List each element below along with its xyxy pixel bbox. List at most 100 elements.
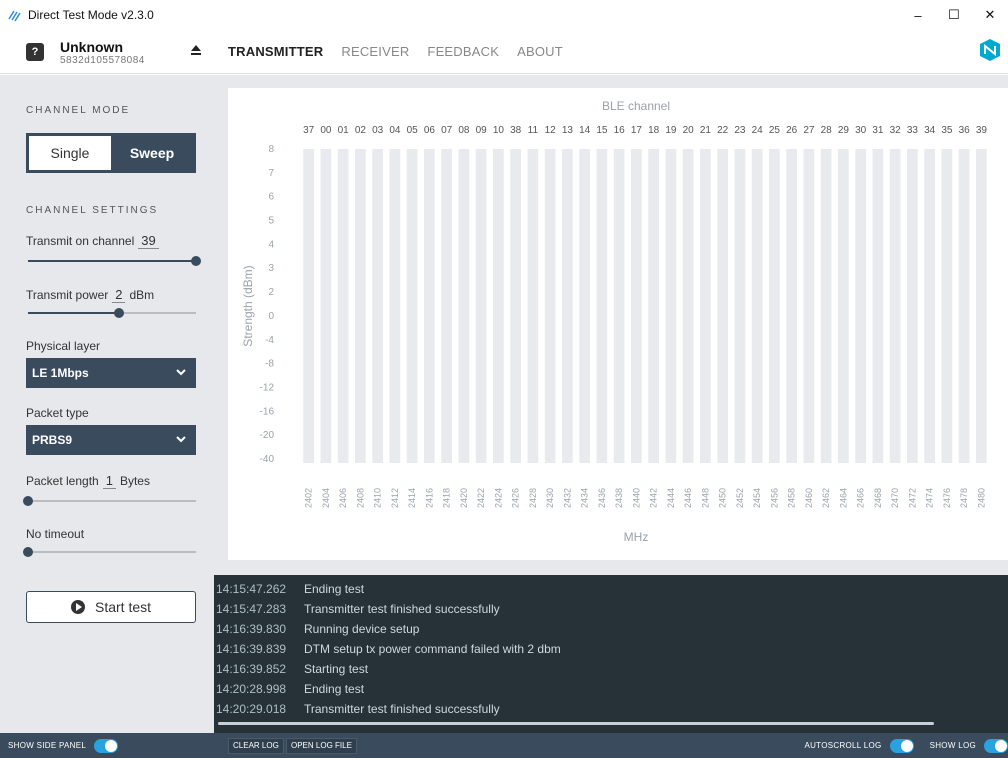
timeout-label: No timeout xyxy=(26,527,85,541)
autoscroll-log-toggle[interactable] xyxy=(889,738,914,753)
start-test-button[interactable]: Start test xyxy=(26,591,196,623)
app-logo-icon xyxy=(8,8,22,22)
channel-tick-label: 23 xyxy=(734,125,746,136)
y-tick-label: 3 xyxy=(268,263,274,274)
channel-bar xyxy=(579,149,590,463)
maximize-button[interactable]: ☐ xyxy=(936,0,972,30)
clear-log-button[interactable]: CLEAR LOG xyxy=(228,738,284,754)
y-axis-label: Strength (dBm) xyxy=(241,265,255,346)
eject-icon[interactable] xyxy=(190,44,202,56)
packet-type-label: Packet type xyxy=(26,406,89,420)
frequency-tick-label: 2442 xyxy=(649,488,659,508)
channel-bar xyxy=(769,149,780,463)
open-log-file-button[interactable]: OPEN LOG FILE xyxy=(286,738,357,754)
mode-single-button[interactable]: Single xyxy=(29,136,111,170)
channel-bar xyxy=(475,149,487,463)
frequency-tick-label: 2410 xyxy=(373,488,383,508)
close-button[interactable]: ✕ xyxy=(972,0,1008,30)
frequency-tick-label: 2438 xyxy=(614,488,624,508)
slider-handle[interactable] xyxy=(191,256,201,266)
channel-bar xyxy=(855,149,866,463)
tab-transmitter[interactable]: TRANSMITTER xyxy=(228,44,323,59)
frequency-tick-label: 2428 xyxy=(528,488,538,508)
channel-bar xyxy=(786,149,797,463)
y-tick-label: 8 xyxy=(268,144,274,155)
packet-length-value[interactable]: 1 xyxy=(102,473,116,489)
log-entry: 14:20:28.998 Ending test xyxy=(216,679,1008,699)
timeout-slider[interactable] xyxy=(23,546,196,558)
channel-tick-label: 06 xyxy=(424,125,436,136)
mode-sweep-button[interactable]: Sweep xyxy=(111,136,193,170)
channel-bar xyxy=(717,149,728,463)
channel-tick-label: 32 xyxy=(890,125,902,136)
channel-tick-label: 39 xyxy=(976,125,988,136)
channel-bar xyxy=(682,149,694,463)
minimize-button[interactable]: – xyxy=(900,0,936,30)
log-message: Ending test xyxy=(304,682,365,696)
log-list: 14:15:47.262 Ending test 14:15:47.283 Trans… xyxy=(216,579,1008,719)
frequency-tick-label: 2426 xyxy=(511,488,521,508)
main-nav: TRANSMITTER RECEIVER FEEDBACK ABOUT xyxy=(228,44,581,59)
frequency-tick-label: 2450 xyxy=(718,488,728,508)
y-tick-label: 2 xyxy=(268,287,274,298)
window-title: Direct Test Mode v2.3.0 xyxy=(28,8,154,22)
frequency-tick-label: 2468 xyxy=(873,488,883,508)
channel-tick-label: 10 xyxy=(493,125,505,136)
frequency-tick-label: 2414 xyxy=(407,488,417,508)
channel-tick-label: 17 xyxy=(631,125,643,136)
log-horizontal-scrollbar[interactable] xyxy=(218,722,934,725)
frequency-tick-label: 2402 xyxy=(304,488,314,508)
log-timestamp: 14:20:28.998 xyxy=(216,682,287,696)
tab-feedback[interactable]: FEEDBACK xyxy=(427,44,499,59)
y-tick-label: 4 xyxy=(268,239,274,250)
frequency-tick-label: 2440 xyxy=(631,488,641,508)
channel-tick-label: 00 xyxy=(320,125,332,136)
tab-about[interactable]: ABOUT xyxy=(517,44,563,59)
physical-layer-select[interactable]: LE 1Mbps xyxy=(26,358,196,388)
log-timestamp: 14:16:39.830 xyxy=(216,622,287,636)
frequency-tick-label: 2466 xyxy=(856,488,866,508)
frequency-tick-label: 2418 xyxy=(442,488,452,508)
show-side-panel-toggle[interactable] xyxy=(94,738,119,753)
log-timestamp: 14:16:39.839 xyxy=(216,642,287,656)
packet-length-slider[interactable] xyxy=(23,495,196,507)
channel-bar xyxy=(803,149,815,463)
channel-tick-label: 29 xyxy=(838,125,850,136)
channel-tick-label: 28 xyxy=(821,125,833,136)
show-side-panel-label: SHOW SIDE PANEL xyxy=(8,741,87,750)
slider-handle[interactable] xyxy=(23,547,33,557)
y-tick-label: 6 xyxy=(268,192,274,203)
frequency-tick-label: 2472 xyxy=(907,488,917,508)
slider-handle[interactable] xyxy=(23,496,33,506)
frequency-tick-label: 2420 xyxy=(459,488,469,508)
transmit-power-slider[interactable] xyxy=(28,307,196,319)
log-entry: 14:15:47.262 Ending test xyxy=(216,579,1008,599)
channel-bar xyxy=(820,149,832,463)
channel-tick-label: 25 xyxy=(769,125,781,136)
frequency-tick-label: 2460 xyxy=(804,488,814,508)
transmit-channel-value[interactable]: 39 xyxy=(138,233,159,249)
channel-tick-label: 35 xyxy=(941,125,953,136)
channel-tick-label: 27 xyxy=(803,125,815,136)
tab-receiver[interactable]: RECEIVER xyxy=(341,44,409,59)
packet-type-select[interactable]: PRBS9 xyxy=(26,425,196,455)
channel-tick-label: 18 xyxy=(648,125,660,136)
channel-tick-label: 07 xyxy=(441,125,453,136)
frequency-tick-label: 2448 xyxy=(700,488,710,508)
show-log-toggle[interactable] xyxy=(984,738,1008,753)
y-tick-label: -4 xyxy=(265,335,274,346)
channel-bar xyxy=(751,149,763,463)
log-message: Transmitter test finished successfully xyxy=(304,702,500,716)
transmit-channel-slider[interactable] xyxy=(28,255,201,267)
channel-bar xyxy=(562,149,573,463)
channel-tick-label: 21 xyxy=(700,125,712,136)
frequency-tick-label: 2464 xyxy=(838,488,848,508)
channel-bar xyxy=(872,149,884,463)
nordic-logo-icon xyxy=(980,39,1000,61)
device-selector[interactable]: ? Unknown 5832d105578084 xyxy=(26,34,206,70)
transmit-power-value[interactable]: 2 xyxy=(112,287,126,303)
frequency-tick-label: 2408 xyxy=(355,488,365,508)
transmit-power-label: Transmit power 2 dBm xyxy=(26,287,155,303)
log-timestamp: 14:15:47.262 xyxy=(216,582,287,596)
slider-handle[interactable] xyxy=(113,308,124,318)
